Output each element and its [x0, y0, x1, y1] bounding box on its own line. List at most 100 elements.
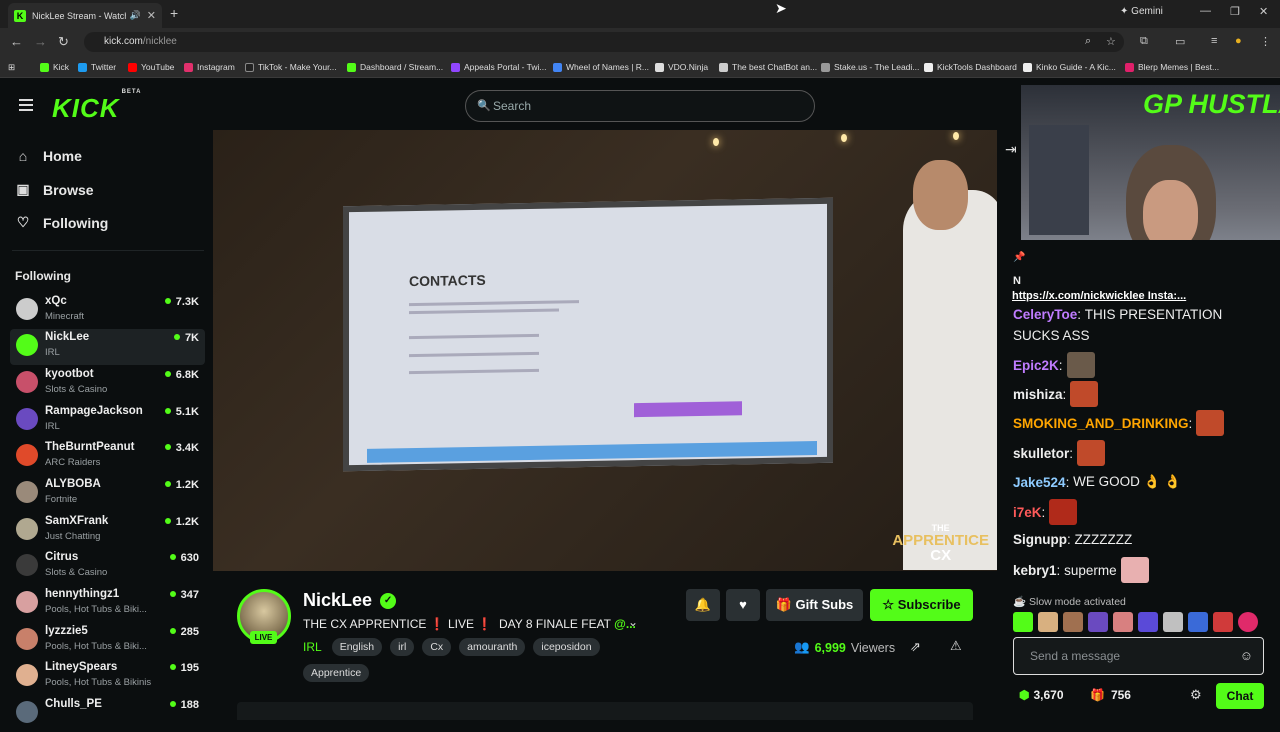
tag-chip[interactable]: irl: [390, 638, 415, 656]
following-channel[interactable]: Chulls_PE 188: [10, 696, 205, 732]
menu-icon[interactable]: ⋮: [1260, 35, 1271, 48]
bookmark-item[interactable]: Blerp Memes | Best...: [1125, 62, 1219, 72]
chat-message: Jake524: WE GOOD 👌 👌: [1013, 474, 1181, 490]
tag-chip[interactable]: iceposidon: [533, 638, 600, 656]
bookmark-item[interactable]: Twitter: [78, 62, 116, 72]
chat-username[interactable]: Epic2K: [1013, 358, 1059, 373]
chat-username[interactable]: skulletor: [1013, 446, 1069, 461]
chat-username[interactable]: CeleryToe: [1013, 307, 1077, 322]
emote-button[interactable]: [1088, 612, 1108, 632]
bookmark-star-icon[interactable]: ☆: [1106, 35, 1116, 48]
mouse-cursor-icon: ➤: [775, 0, 787, 16]
emote-button[interactable]: [1213, 612, 1233, 632]
gift-subs-button[interactable]: 🎁 Gift Subs: [766, 589, 863, 621]
video-player[interactable]: CONTACTS THE APPRENTICE CX: [213, 130, 997, 571]
bookmark-item[interactable]: Instagram: [184, 62, 235, 72]
bookmark-item[interactable]: Stake.us - The Leadi...: [821, 62, 919, 72]
emote-button[interactable]: [1038, 612, 1058, 632]
channel-category: IRL: [45, 421, 60, 432]
bookmark-item[interactable]: TikTok - Make Your...: [245, 62, 337, 72]
report-icon[interactable]: ⚠: [950, 638, 962, 654]
follow-button[interactable]: ♥: [726, 589, 760, 621]
notification-bell-button[interactable]: 🔔: [686, 589, 720, 621]
category-link[interactable]: IRL: [303, 640, 322, 654]
bookmark-item[interactable]: Kinko Guide - A Kic...: [1023, 62, 1116, 72]
close-tab-icon[interactable]: ✕: [147, 9, 156, 22]
following-channel-active[interactable]: NickLee IRL 7K: [10, 329, 205, 365]
following-channel[interactable]: TheBurntPeanut ARC Raiders 3.4K: [10, 439, 205, 475]
tag-chip[interactable]: Apprentice: [303, 664, 370, 682]
following-channel[interactable]: xQc Minecraft 7.3K: [10, 293, 205, 329]
bookmark-item[interactable]: The best ChatBot an...: [719, 62, 817, 72]
emote-button[interactable]: [1138, 612, 1158, 632]
close-window-icon[interactable]: ✕: [1259, 5, 1268, 18]
following-channel[interactable]: Citrus Slots & Casino 630: [10, 549, 205, 585]
chat-username[interactable]: Signupp: [1013, 532, 1067, 547]
chat-username[interactable]: i7eK: [1013, 505, 1042, 520]
streamer-name[interactable]: NickLee ✓: [303, 590, 397, 611]
bookmark-item[interactable]: Appeals Portal - Twi...: [451, 62, 547, 72]
extensions-icon[interactable]: ⧉: [1140, 35, 1148, 48]
new-tab-button[interactable]: +: [170, 5, 178, 21]
tag-chip[interactable]: amouranth: [459, 638, 526, 656]
expand-chat-icon[interactable]: ⇥: [1005, 141, 1017, 158]
emote-button[interactable]: [1063, 612, 1083, 632]
chat-input[interactable]: Send a message ☺: [1013, 637, 1264, 675]
media-icon[interactable]: ≡: [1211, 35, 1217, 47]
browser-tab[interactable]: K NickLee Stream - Watch Live 🔊 ✕: [8, 3, 162, 28]
following-channel[interactable]: hennythingz1 Pools, Hot Tubs & Biki... 347: [10, 586, 205, 622]
bookmark-item[interactable]: Dashboard / Stream...: [347, 62, 443, 72]
emote-button[interactable]: [1013, 612, 1033, 632]
following-channel[interactable]: LitneySpears Pools, Hot Tubs & Bikinis 195: [10, 659, 205, 695]
cast-icon[interactable]: ▭: [1175, 35, 1185, 48]
kick-logo[interactable]: KICKBETA: [52, 89, 141, 124]
emote-button[interactable]: [1163, 612, 1183, 632]
emoji-icon[interactable]: ☺: [1240, 638, 1253, 674]
apps-grid-icon[interactable]: ⊞: [8, 62, 15, 73]
reload-icon[interactable]: ↻: [58, 34, 69, 50]
chat-text: WE GOOD 👌 👌: [1073, 474, 1181, 489]
zoom-icon[interactable]: ⌕: [1085, 35, 1091, 48]
gemini-button[interactable]: ✦ Gemini: [1120, 6, 1163, 17]
restore-icon[interactable]: ❐: [1230, 5, 1240, 18]
nav-browse[interactable]: ▣ Browse: [15, 181, 93, 198]
back-icon[interactable]: ←: [10, 34, 23, 49]
channel-category: Just Chatting: [45, 531, 101, 542]
chat-username[interactable]: kebry1: [1013, 563, 1057, 578]
following-channel[interactable]: ALYBOBA Fortnite 1.2K: [10, 476, 205, 512]
bookmark-item[interactable]: KickTools Dashboard: [924, 62, 1017, 72]
emote-button[interactable]: [1238, 612, 1258, 632]
bookmark-item[interactable]: YouTube: [128, 62, 174, 72]
chevron-down-icon[interactable]: ⌄: [628, 615, 638, 629]
following-channel[interactable]: kyootbot Slots & Casino 6.8K: [10, 366, 205, 402]
tag-chip[interactable]: English: [331, 638, 383, 656]
tag-chip[interactable]: Cx: [422, 638, 452, 656]
chat-settings-icon[interactable]: ⚙: [1190, 687, 1202, 703]
send-chat-button[interactable]: Chat: [1216, 683, 1264, 709]
audio-icon[interactable]: 🔊: [130, 10, 141, 21]
channel-points[interactable]: ⬢ 3,670: [1019, 688, 1064, 702]
emote-button[interactable]: [1188, 612, 1208, 632]
gift-counter[interactable]: 🎁 756: [1090, 688, 1131, 702]
subscribe-button[interactable]: ☆ Subscribe: [870, 589, 973, 621]
url-field[interactable]: kick.com/nicklee: [84, 32, 1124, 52]
chat-username[interactable]: mishiza: [1013, 387, 1063, 402]
bookmark-item[interactable]: Wheel of Names | R...: [553, 62, 649, 72]
nav-home[interactable]: ⌂ Home: [15, 148, 82, 164]
bookmark-item[interactable]: VDO.Ninja: [655, 62, 708, 72]
minimize-icon[interactable]: —: [1200, 5, 1211, 17]
hamburger-menu-icon[interactable]: [19, 99, 33, 114]
chat-username[interactable]: Jake524: [1013, 475, 1066, 490]
bookmark-item[interactable]: Kick: [40, 62, 69, 72]
pinned-message-link[interactable]: https://x.com/nickwicklee Insta:...: [1012, 290, 1186, 302]
forward-icon[interactable]: →: [34, 34, 47, 49]
profile-avatar[interactable]: ●: [1235, 35, 1242, 47]
share-icon[interactable]: ⇗: [910, 639, 921, 655]
nav-following[interactable]: ♡ Following: [15, 214, 109, 231]
following-channel[interactable]: RampageJackson IRL 5.1K: [10, 403, 205, 439]
following-channel[interactable]: lyzzzie5 Pools, Hot Tubs & Biki... 285: [10, 623, 205, 659]
following-channel[interactable]: SamXFrank Just Chatting 1.2K: [10, 513, 205, 549]
emote-button[interactable]: [1113, 612, 1133, 632]
chat-username[interactable]: SMOKING_AND_DRINKING: [1013, 416, 1189, 431]
search-input[interactable]: 🔍 Search: [465, 90, 815, 122]
